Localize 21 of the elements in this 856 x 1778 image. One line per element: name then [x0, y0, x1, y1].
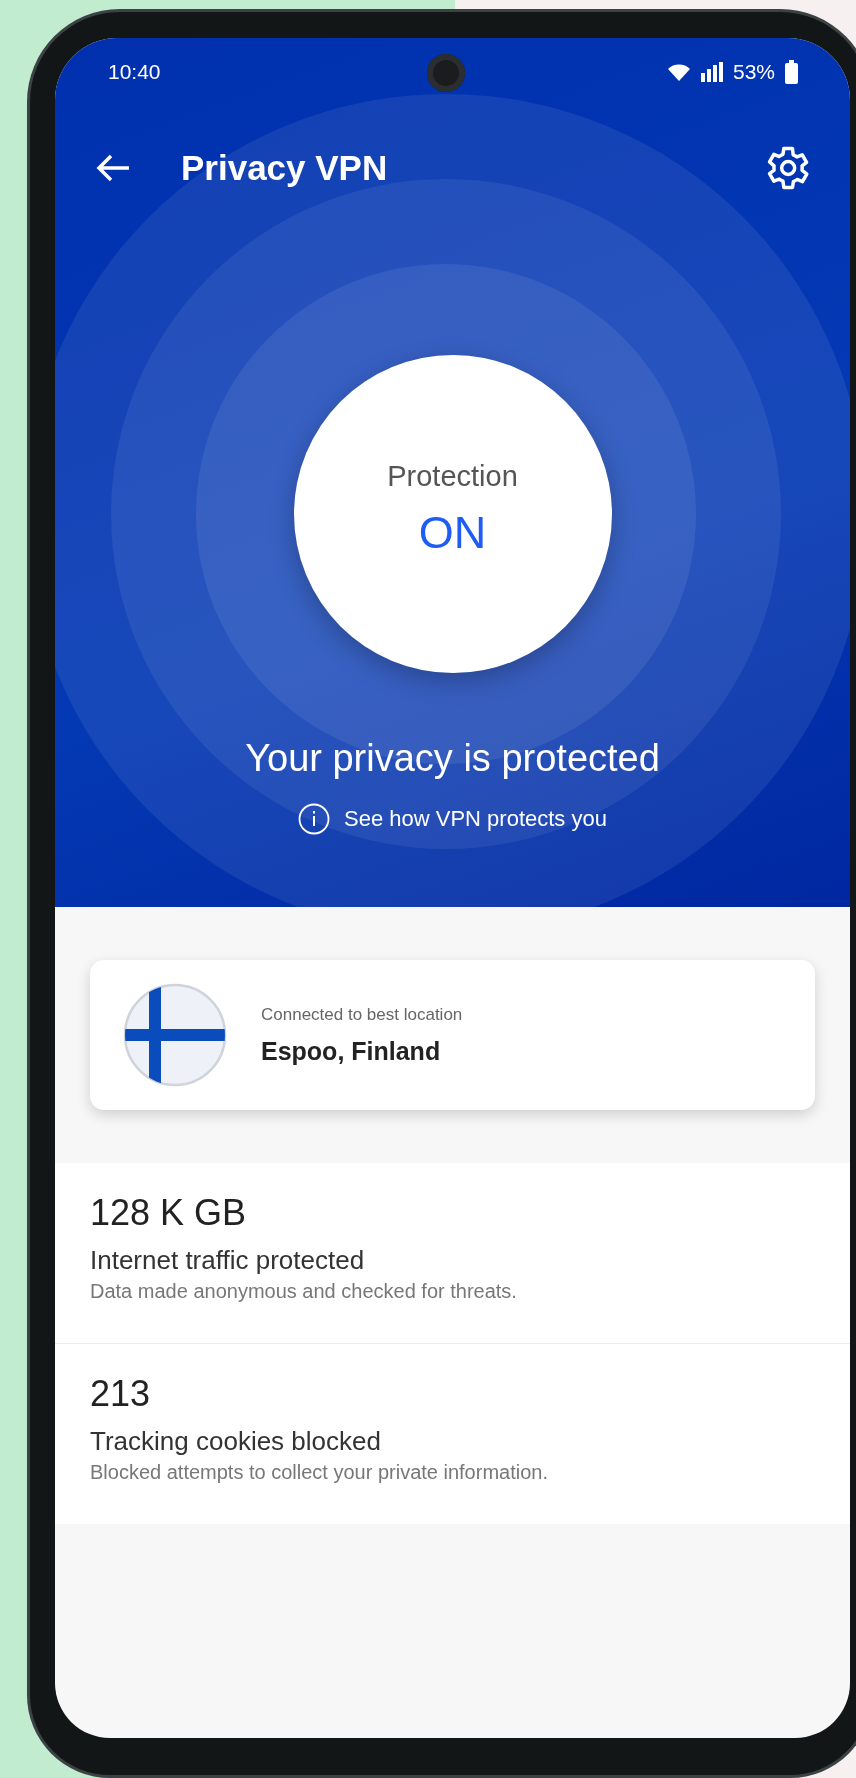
- stat-value: 213: [90, 1372, 152, 1416]
- signal-icon: [700, 62, 723, 82]
- info-icon: [298, 803, 331, 835]
- battery-percent: 53%: [732, 60, 775, 84]
- screen-title: Privacy VPN: [181, 148, 389, 188]
- status-headline: Your privacy is protected: [245, 736, 660, 781]
- wifi-icon: [666, 62, 691, 82]
- stat-description: Blocked attempts to collect your private information.: [90, 1460, 549, 1485]
- location-name: Espoo, Finland: [261, 1036, 442, 1066]
- location-caption: Connected to best location: [261, 1004, 463, 1025]
- camera-hole: [427, 54, 465, 92]
- protection-toggle[interactable]: Protection ON: [293, 355, 612, 673]
- info-link[interactable]: See how VPN protects you: [344, 806, 607, 832]
- stat-label: Tracking cookies blocked: [90, 1425, 382, 1458]
- back-button[interactable]: [95, 153, 131, 183]
- status-time: 10:40: [108, 60, 161, 84]
- finland-flag-icon: [123, 983, 227, 1087]
- stat-description: Data made anonymous and checked for threats.: [90, 1279, 518, 1304]
- battery-icon: [785, 60, 798, 84]
- stat-value: 128 K GB: [90, 1191, 248, 1235]
- stat-label: Internet traffic protected: [90, 1244, 366, 1277]
